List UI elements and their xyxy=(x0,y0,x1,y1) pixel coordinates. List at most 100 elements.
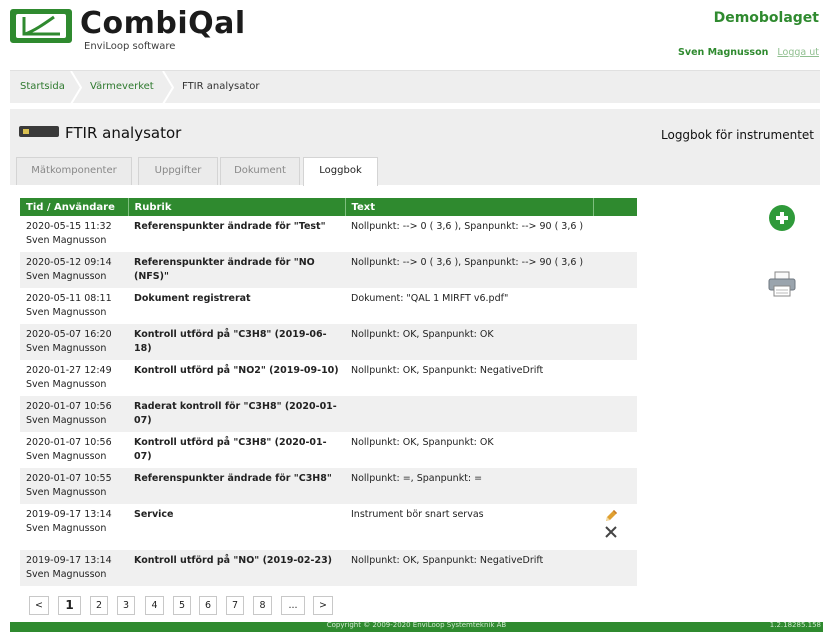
pagination-page-button[interactable]: 7 xyxy=(226,596,244,615)
pagination-page-button[interactable]: 3 xyxy=(117,596,135,615)
row-user: Sven Magnusson xyxy=(26,379,107,390)
tab-uppgifter[interactable]: Uppgifter xyxy=(138,157,218,185)
row-text: Nollpunkt: --> 0 ( 3,6 ), Spanpunkt: -->… xyxy=(345,216,593,252)
logo-mark-icon xyxy=(22,15,60,36)
footer: Copyright © 2009-2020 EnviLoop Systemtek… xyxy=(10,621,823,632)
cell-time-user: 2019-09-17 13:14 Sven Magnusson xyxy=(20,504,128,550)
column-header-time-user[interactable]: Tid / Användare xyxy=(20,198,129,216)
cell-time-user: 2020-01-07 10:56 Sven Magnusson xyxy=(20,396,128,432)
table-row: 2020-05-07 16:20 Sven Magnusson Kontroll … xyxy=(20,324,637,360)
pagination-page-button[interactable]: 8 xyxy=(253,596,272,615)
logbook-table: Tid / Användare Rubrik Text 2020-05-15 1… xyxy=(20,198,637,586)
pagination-page-button[interactable]: 6 xyxy=(199,596,217,615)
table-row: 2020-05-12 09:14 Sven Magnusson Referensp… xyxy=(20,252,637,288)
row-actions xyxy=(593,468,637,504)
table-row: 2020-01-07 10:55 Sven Magnusson Referensp… xyxy=(20,468,637,504)
row-text: Nollpunkt: OK, Spanpunkt: NegativeDrift xyxy=(345,360,593,396)
row-user: Sven Magnusson xyxy=(26,569,107,580)
row-text: Dokument: "QAL 1 MIRFT v6.pdf" xyxy=(345,288,593,324)
row-rubrik: Service xyxy=(128,504,345,550)
breadcrumb-item-startsida[interactable]: Startsida xyxy=(20,81,65,92)
row-rubrik: Referenspunkter ändrade för "NO (NFS)" xyxy=(128,252,345,288)
tab-matkomponenter[interactable]: Mätkomponenter xyxy=(16,157,132,185)
footer-version: 1.2.18285.158 xyxy=(769,621,821,629)
row-actions xyxy=(593,252,637,288)
logbook-title: Loggbok för instrumentet xyxy=(661,128,814,142)
row-text: Nollpunkt: =, Spanpunkt: = xyxy=(345,468,593,504)
logo[interactable] xyxy=(10,9,72,43)
row-user: Sven Magnusson xyxy=(26,235,107,246)
row-time: 2020-05-11 08:11 xyxy=(26,293,112,304)
row-rubrik: Dokument registrerat xyxy=(128,288,345,324)
tab-dokument[interactable]: Dokument xyxy=(220,157,300,185)
column-header-rubrik[interactable]: Rubrik xyxy=(128,198,346,216)
pagination-page-button[interactable]: 1 xyxy=(58,596,81,615)
table-row: 2020-01-27 12:49 Sven Magnusson Kontroll … xyxy=(20,360,637,396)
row-time: 2020-05-07 16:20 xyxy=(26,329,112,340)
cell-time-user: 2020-05-07 16:20 Sven Magnusson xyxy=(20,324,128,360)
row-rubrik: Kontroll utförd på "NO2" (2019-09-10) xyxy=(128,360,345,396)
brand-subtitle: EnviLoop software xyxy=(84,41,176,52)
pagination-page-button[interactable]: 4 xyxy=(145,596,164,615)
cell-time-user: 2020-01-07 10:55 Sven Magnusson xyxy=(20,468,128,504)
row-time: 2020-01-07 10:56 xyxy=(26,437,112,448)
row-actions xyxy=(593,396,637,432)
footer-copyright: Copyright © 2009-2020 EnviLoop Systemtek… xyxy=(326,621,507,629)
row-text: Nollpunkt: OK, Spanpunkt: NegativeDrift xyxy=(345,550,593,586)
tab-loggbok[interactable]: Loggbok xyxy=(303,157,378,186)
cell-time-user: 2019-09-17 13:14 Sven Magnusson xyxy=(20,550,128,586)
row-actions xyxy=(593,504,637,550)
row-user: Sven Magnusson xyxy=(26,451,107,462)
pagination-ellipsis-button[interactable]: ... xyxy=(281,596,305,615)
pagination-page-button[interactable]: 5 xyxy=(173,596,191,615)
row-time: 2020-01-07 10:55 xyxy=(26,473,112,484)
breadcrumb-separator-icon xyxy=(162,71,174,104)
row-user: Sven Magnusson xyxy=(26,523,107,534)
user-info: Sven Magnusson Logga ut xyxy=(678,47,819,58)
column-header-text[interactable]: Text xyxy=(345,198,594,216)
pagination-next-button[interactable]: > xyxy=(313,596,333,615)
row-time: 2020-01-27 12:49 xyxy=(26,365,112,376)
row-actions xyxy=(593,324,637,360)
row-actions xyxy=(593,432,637,468)
logout-link[interactable]: Logga ut xyxy=(777,47,819,58)
row-actions xyxy=(593,216,637,252)
row-text: Instrument bör snart servas xyxy=(345,504,593,550)
row-text: Nollpunkt: OK, Spanpunkt: OK xyxy=(345,324,593,360)
cell-time-user: 2020-01-27 12:49 Sven Magnusson xyxy=(20,360,128,396)
row-actions xyxy=(593,550,637,586)
row-text xyxy=(345,396,593,432)
cell-time-user: 2020-01-07 10:56 Sven Magnusson xyxy=(20,432,128,468)
row-user: Sven Magnusson xyxy=(26,343,107,354)
app-header: CombiQal EnviLoop software Demobolaget S… xyxy=(0,0,823,66)
row-user: Sven Magnusson xyxy=(26,487,107,498)
user-name[interactable]: Sven Magnusson xyxy=(678,47,768,58)
breadcrumb-separator-icon xyxy=(70,71,82,104)
organization-name: Demobolaget xyxy=(713,10,819,26)
row-user: Sven Magnusson xyxy=(26,415,107,426)
table-row: 2020-01-07 10:56 Sven Magnusson Raderat k… xyxy=(20,396,637,432)
row-rubrik: Kontroll utförd på "C3H8" (2019-06-18) xyxy=(128,324,345,360)
table-row: 2019-09-17 13:14 Sven Magnusson Service I… xyxy=(20,504,637,550)
pencil-icon[interactable] xyxy=(603,508,619,524)
cell-time-user: 2020-05-11 08:11 Sven Magnusson xyxy=(20,288,128,324)
pagination-prev-button[interactable]: < xyxy=(29,596,49,615)
add-entry-button[interactable] xyxy=(769,205,795,231)
printer-icon[interactable] xyxy=(767,271,797,297)
row-time: 2020-05-12 09:14 xyxy=(26,257,112,268)
close-icon[interactable] xyxy=(603,524,619,540)
row-rubrik: Kontroll utförd på "C3H8" (2020-01-07) xyxy=(128,432,345,468)
page-title: FTIR analysator xyxy=(65,124,182,142)
cell-time-user: 2020-05-15 11:32 Sven Magnusson xyxy=(20,216,128,252)
row-text: Nollpunkt: OK, Spanpunkt: OK xyxy=(345,432,593,468)
row-time: 2019-09-17 13:14 xyxy=(26,555,112,566)
row-time: 2020-01-07 10:56 xyxy=(26,401,112,412)
table-row: 2020-05-15 11:32 Sven Magnusson Referensp… xyxy=(20,216,637,252)
breadcrumb-item-current: FTIR analysator xyxy=(182,81,260,92)
breadcrumb-item-varmeverket[interactable]: Värmeverket xyxy=(90,81,154,92)
row-rubrik: Kontroll utförd på "NO" (2019-02-23) xyxy=(128,550,345,586)
row-time: 2019-09-17 13:14 xyxy=(26,509,112,520)
row-time: 2020-05-15 11:32 xyxy=(26,221,112,232)
row-rubrik: Raderat kontroll för "C3H8" (2020-01-07) xyxy=(128,396,345,432)
pagination-page-button[interactable]: 2 xyxy=(90,596,108,615)
